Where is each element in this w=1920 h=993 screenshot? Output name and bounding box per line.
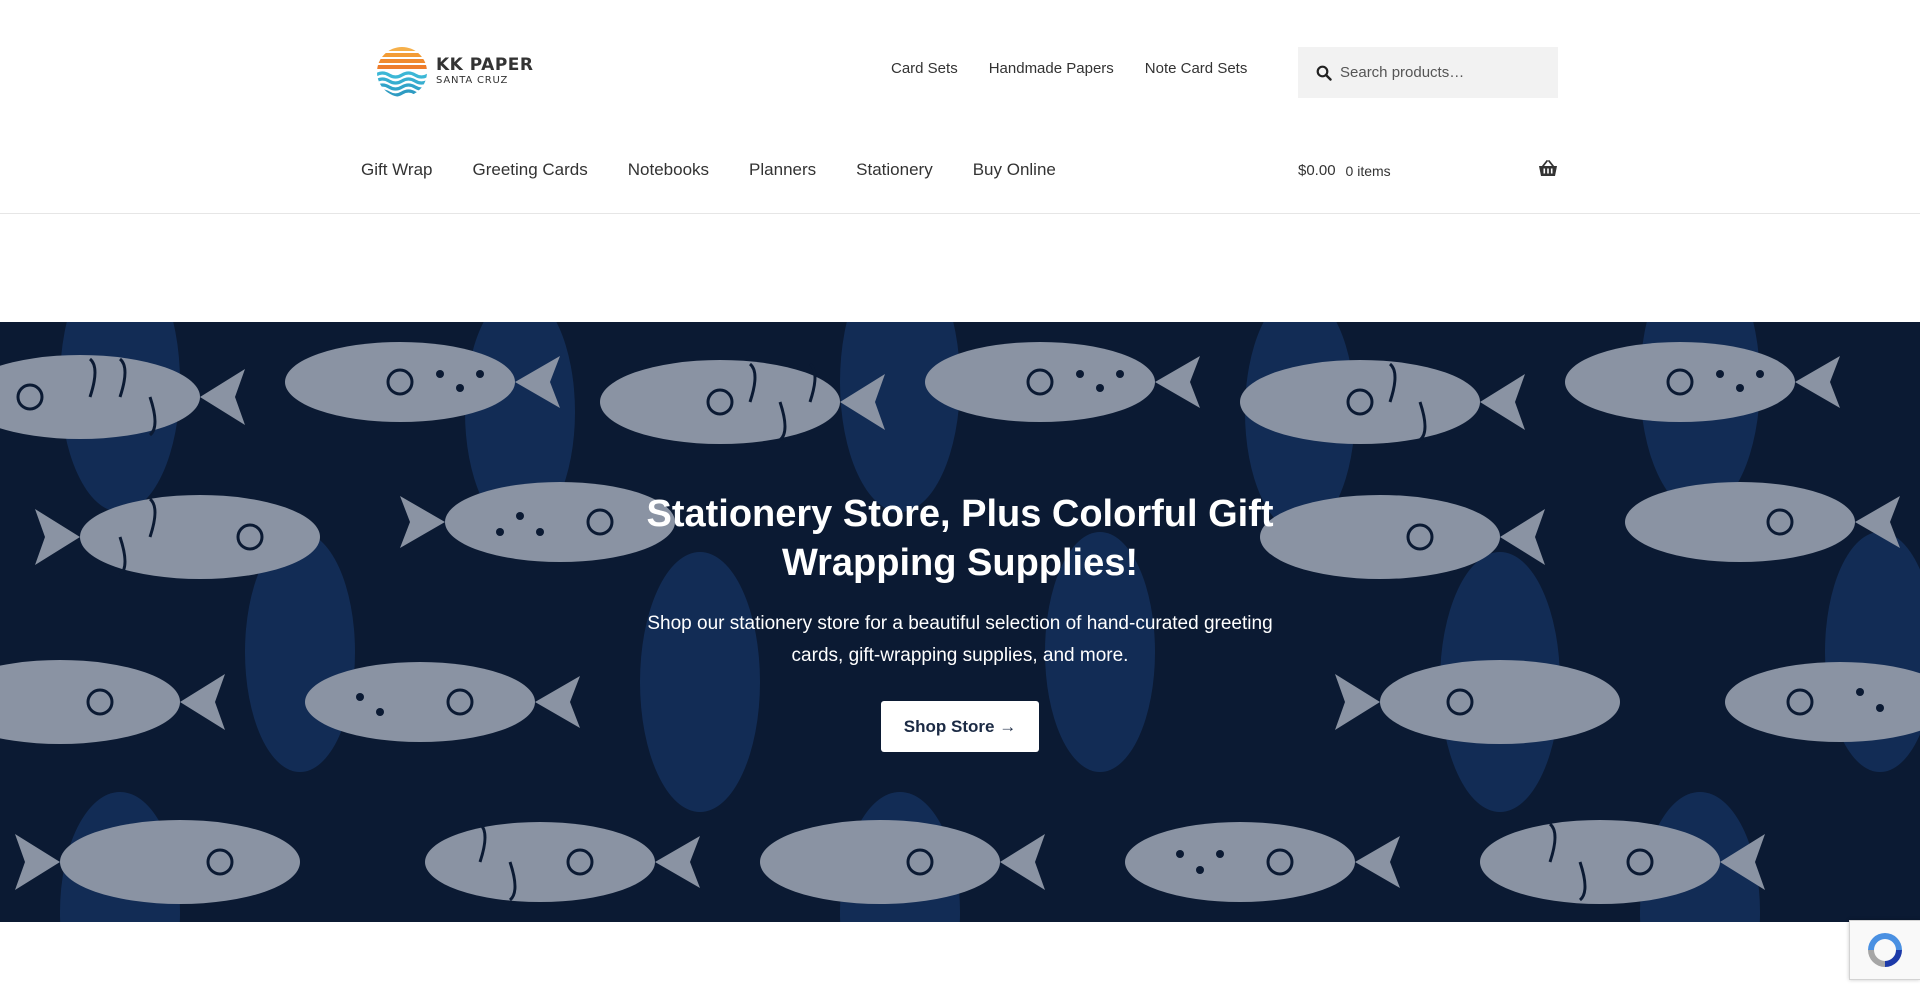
- nav-notebooks[interactable]: Notebooks: [628, 160, 709, 180]
- logo-sun-waves-icon: [377, 47, 427, 97]
- logo-text: KK PAPER SANTA CRUZ: [436, 56, 533, 88]
- secondary-nav-card-sets[interactable]: Card Sets: [891, 60, 958, 77]
- nav-greeting-cards[interactable]: Greeting Cards: [472, 160, 587, 180]
- recaptcha-badge[interactable]: [1849, 920, 1920, 980]
- hero-banner: Stationery Store, Plus Colorful Gift Wra…: [0, 322, 1920, 922]
- basket-icon: [1539, 160, 1557, 176]
- nav-stationery[interactable]: Stationery: [856, 160, 933, 180]
- logo-subtitle: SANTA CRUZ: [436, 75, 509, 86]
- secondary-nav-handmade-papers[interactable]: Handmade Papers: [989, 60, 1114, 77]
- nav-planners[interactable]: Planners: [749, 160, 816, 180]
- recaptcha-icon: [1868, 933, 1902, 967]
- cart-count: 0 items: [1345, 162, 1391, 179]
- search-icon: [1316, 65, 1332, 81]
- site-header: KK PAPER SANTA CRUZ Card Sets Handmade P…: [0, 0, 1920, 214]
- nav-gift-wrap[interactable]: Gift Wrap: [361, 160, 432, 180]
- cart-link[interactable]: $0.00 0 items: [1298, 160, 1558, 179]
- primary-navigation: Gift Wrap Greeting Cards Notebooks Plann…: [361, 160, 1096, 180]
- site-logo[interactable]: KK PAPER SANTA CRUZ: [376, 46, 533, 98]
- search-input[interactable]: [1340, 64, 1540, 81]
- shop-store-button[interactable]: Shop Store →: [881, 701, 1039, 752]
- hero-description: Shop our stationery store for a beautifu…: [647, 613, 1273, 666]
- product-search: [1298, 47, 1558, 98]
- hero-title: Stationery Store, Plus Colorful Gift Wra…: [646, 493, 1274, 584]
- logo-title: KK PAPER: [436, 55, 534, 75]
- nav-buy-online[interactable]: Buy Online: [973, 160, 1056, 180]
- secondary-navigation: Card Sets Handmade Papers Note Card Sets: [891, 60, 1278, 77]
- hero-content: Stationery Store, Plus Colorful Gift Wra…: [0, 322, 1920, 922]
- secondary-nav-note-card-sets[interactable]: Note Card Sets: [1145, 60, 1248, 77]
- cart-amount: $0.00: [1298, 162, 1336, 179]
